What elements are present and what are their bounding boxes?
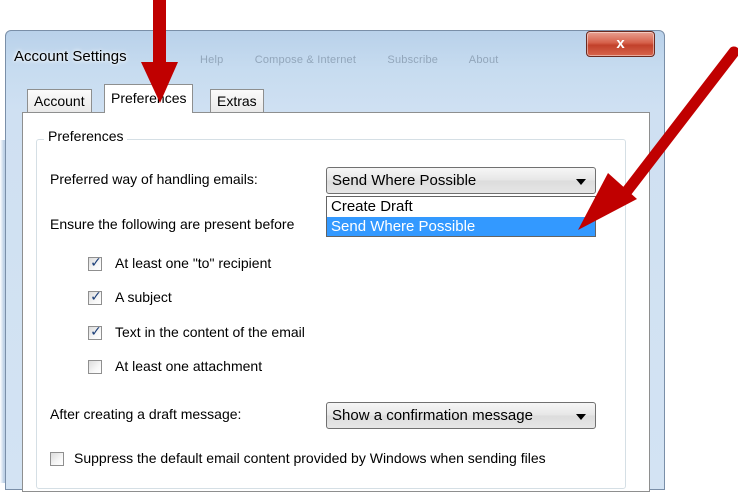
check-body-text[interactable]: ✓ <box>88 323 102 340</box>
background-menu-item: Compose & Internet <box>254 54 357 66</box>
handling-label: Preferred way of handling emails: <box>50 171 258 187</box>
handling-select[interactable]: Send Where Possible <box>326 167 596 194</box>
ensure-label: Ensure the following are present before <box>50 216 295 232</box>
close-icon: x <box>616 35 625 52</box>
background-menu-item: Help <box>200 54 224 66</box>
check-subject-label: A subject <box>115 289 172 305</box>
checkmark-icon: ✓ <box>90 288 102 304</box>
dropdown-option-send-where-possible[interactable]: Send Where Possible <box>327 217 595 236</box>
chevron-down-icon <box>576 179 586 185</box>
tab-extras[interactable]: Extras <box>210 89 264 112</box>
tab-account[interactable]: Account <box>27 89 92 112</box>
check-subject[interactable]: ✓ <box>88 288 102 305</box>
window-title: Account Settings <box>14 48 127 65</box>
checkmark-icon: ✓ <box>90 254 102 270</box>
close-button[interactable]: x <box>586 31 655 57</box>
groupbox-label: Preferences <box>44 128 128 144</box>
suppress-checkbox[interactable] <box>50 452 64 466</box>
after-draft-select-value: Show a confirmation message <box>332 407 533 424</box>
check-to-recipient-label: At least one "to" recipient <box>115 255 272 271</box>
after-draft-label: After creating a draft message: <box>50 406 242 422</box>
handling-select-value: Send Where Possible <box>332 172 477 189</box>
checkmark-icon: ✓ <box>90 323 102 339</box>
background-menu-item: Subscribe <box>387 54 439 66</box>
background-menu: Help Compose & Internet Subscribe About <box>200 54 527 66</box>
check-attachment-label: At least one attachment <box>115 358 263 374</box>
handling-dropdown-list: Create Draft Send Where Possible <box>326 196 596 237</box>
tab-preferences[interactable]: Preferences <box>104 84 194 113</box>
check-attachment[interactable] <box>88 360 102 374</box>
suppress-label: Suppress the default email content provi… <box>74 450 546 466</box>
check-body-text-label: Text in the content of the email <box>115 324 305 340</box>
after-draft-select[interactable]: Show a confirmation message <box>326 402 596 429</box>
chevron-down-icon <box>576 414 586 420</box>
dropdown-option-create-draft[interactable]: Create Draft <box>327 197 595 216</box>
background-menu-item: About <box>468 54 499 66</box>
check-to-recipient[interactable]: ✓ <box>88 254 102 271</box>
